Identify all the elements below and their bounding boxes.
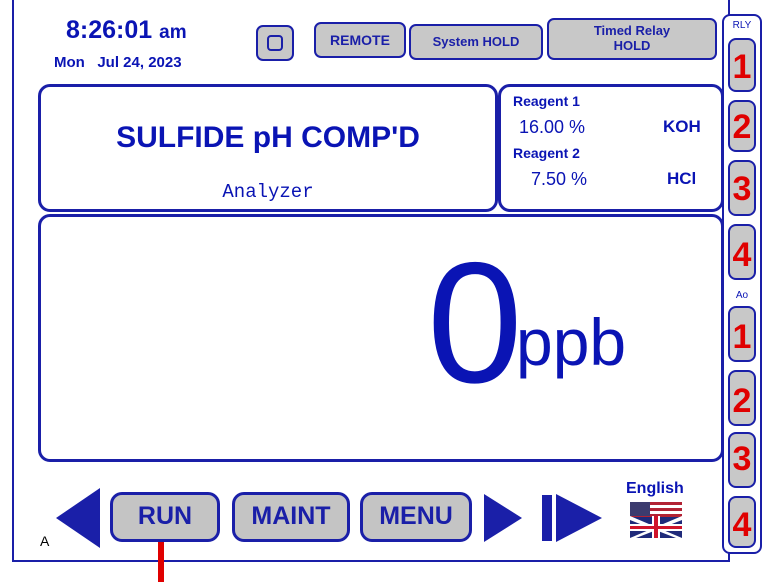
fast-forward-arrow-icon <box>556 494 602 542</box>
relay-3-button[interactable]: 3 <box>728 160 756 216</box>
reagent-2-label: Reagent 2 <box>513 145 580 161</box>
menu-button[interactable]: MENU <box>360 492 472 542</box>
timed-relay-label: Timed Relay <box>593 23 671 38</box>
relay-3-label: 3 <box>732 170 752 208</box>
relay-2-label: 2 <box>732 108 752 146</box>
analyzer-name-panel: SULFIDE pH COMP'D Analyzer <box>38 84 498 212</box>
language-label: English <box>626 480 684 497</box>
reagent-1-label: Reagent 1 <box>513 93 580 109</box>
run-button[interactable]: RUN <box>110 492 220 542</box>
system-hold-status-button[interactable]: System HOLD <box>409 24 543 60</box>
ao-header: Ao <box>735 290 749 301</box>
output-4-label: 4 <box>732 506 752 544</box>
us-uk-flag-icon <box>630 502 682 538</box>
date-value: Jul 24, 2023 <box>97 54 182 71</box>
reading-value: 0 <box>427 227 523 419</box>
channel-label: A <box>40 533 50 549</box>
analyzer-subtitle: Analyzer <box>222 181 314 203</box>
reagent-1-chemical: KOH <box>663 117 701 136</box>
am-pm: am <box>159 22 187 43</box>
relay-2-button[interactable]: 2 <box>728 100 756 152</box>
clock-date: Mon Jul 24, 2023 <box>54 54 182 71</box>
active-mode-indicator <box>158 542 164 582</box>
square-icon <box>267 35 283 51</box>
reagent-1-value: 16.00 % <box>519 117 586 137</box>
day-value: Mon <box>54 54 85 71</box>
output-4-button[interactable]: 4 <box>728 496 756 548</box>
remote-status-button[interactable]: REMOTE <box>314 22 406 58</box>
relay-1-button[interactable]: 1 <box>728 38 756 92</box>
output-3-label: 3 <box>732 440 752 478</box>
previous-arrow-icon[interactable] <box>56 488 100 548</box>
output-2-label: 2 <box>732 382 752 420</box>
fast-forward-button[interactable] <box>542 492 608 544</box>
reagent-2-value: 7.50 % <box>531 169 588 189</box>
reading-unit: ppb <box>516 305 627 379</box>
output-3-button[interactable]: 3 <box>728 432 756 488</box>
output-1-label: 1 <box>732 318 752 356</box>
reagent-2-chemical: HCl <box>667 169 697 188</box>
time-value: 8:26:01 <box>66 16 153 44</box>
timed-relay-hold-button[interactable]: Timed Relay HOLD <box>547 18 717 60</box>
output-1-button[interactable]: 1 <box>728 306 756 362</box>
reagent-panel: Reagent 1 16.00 % KOH Reagent 2 7.50 % H… <box>498 84 724 212</box>
relay-4-button[interactable]: 4 <box>728 224 756 280</box>
square-button[interactable] <box>256 25 294 61</box>
relay-header: RLY <box>732 20 752 31</box>
relay-1-label: 1 <box>732 48 752 86</box>
relay-4-label: 4 <box>732 236 752 274</box>
fast-forward-bar-icon <box>542 495 552 541</box>
next-arrow-icon[interactable] <box>484 494 522 542</box>
timed-relay-hold-label: HOLD <box>613 38 651 53</box>
reading-panel: 0 ppb <box>38 214 724 462</box>
language-flag-button[interactable] <box>630 502 682 538</box>
maint-button[interactable]: MAINT <box>232 492 350 542</box>
output-2-button[interactable]: 2 <box>728 370 756 426</box>
clock-time: 8:26:01 am <box>66 16 187 45</box>
analyzer-title: SULFIDE pH COMP'D <box>116 121 420 154</box>
